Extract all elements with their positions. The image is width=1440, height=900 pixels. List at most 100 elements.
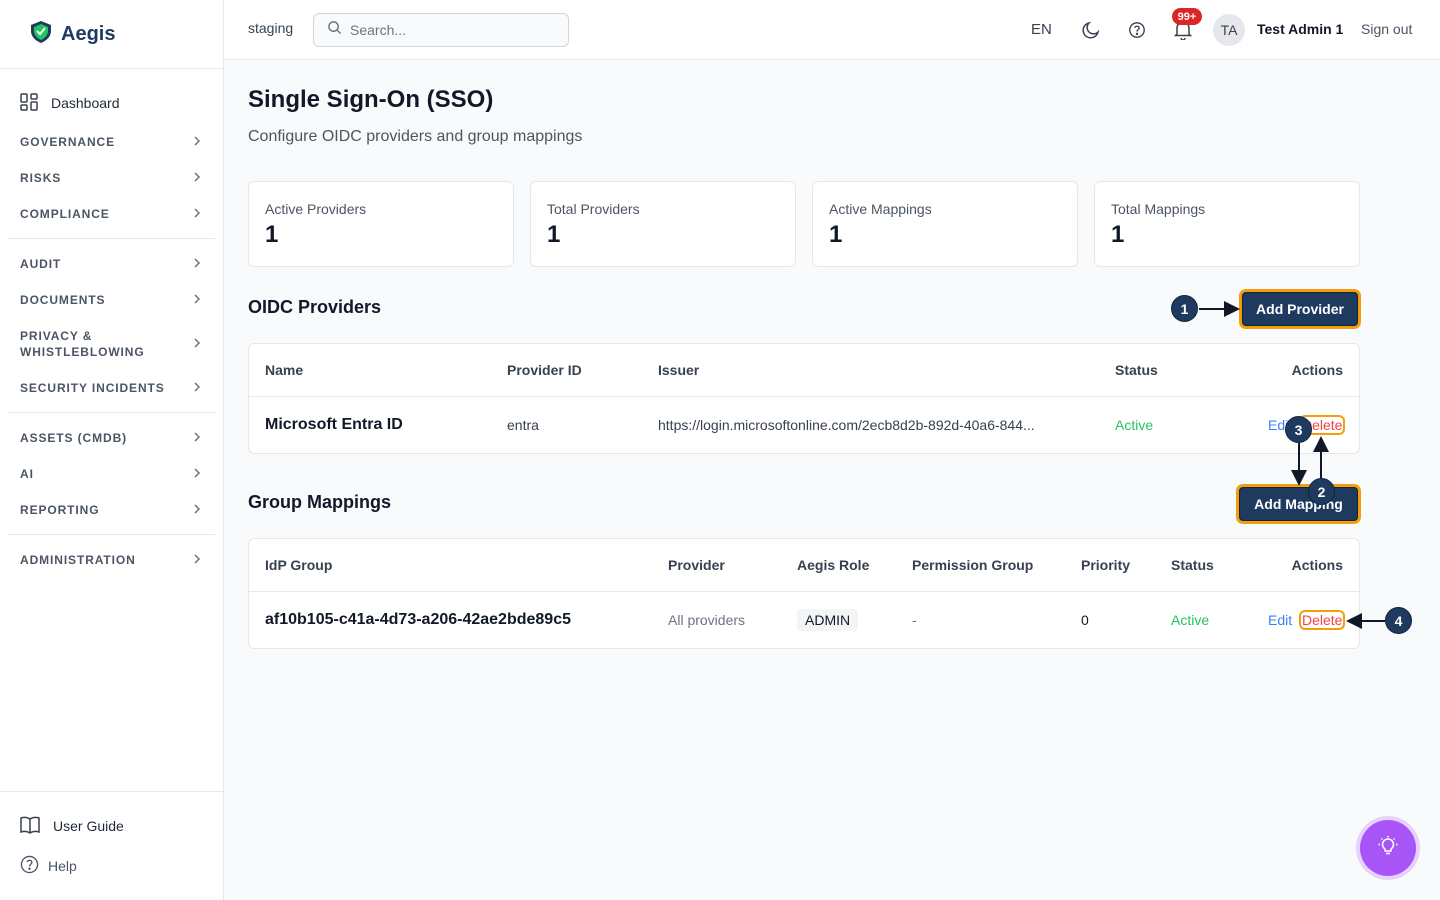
stat-card-total-mappings: Total Mappings 1	[1094, 181, 1360, 267]
column-header: Actions	[1291, 362, 1343, 378]
chevron-right-icon	[193, 293, 201, 308]
search-icon	[327, 20, 342, 40]
dashboard-grid-icon	[20, 92, 38, 114]
table-row: Microsoft Entra ID entra https://login.m…	[249, 397, 1359, 453]
providers-section-title: OIDC Providers	[248, 297, 382, 317]
annotation-marker-2: 2	[1308, 478, 1335, 505]
annotation-marker-1: 1	[1171, 295, 1198, 322]
search-box[interactable]	[313, 13, 569, 47]
book-icon	[20, 816, 40, 837]
lightbulb-icon	[1377, 835, 1399, 862]
mappings-table: IdP Group Provider Aegis Role Permission…	[248, 538, 1360, 649]
chevron-right-icon	[193, 467, 201, 482]
moon-icon[interactable]	[1080, 19, 1102, 41]
sidebar-item-governance[interactable]: GOVERNANCE	[8, 124, 215, 160]
language-switcher[interactable]: EN	[1031, 21, 1052, 38]
column-header: Actions	[1291, 557, 1343, 573]
assistant-fab[interactable]	[1360, 820, 1416, 876]
user-name[interactable]: Test Admin 1	[1257, 21, 1343, 37]
sign-out-link[interactable]: Sign out	[1361, 21, 1412, 37]
mappings-section-title: Group Mappings	[248, 492, 391, 512]
role-tag: ADMIN	[797, 609, 859, 631]
column-header: Name	[265, 362, 304, 378]
help-link[interactable]: Help	[20, 852, 223, 880]
sidebar-item-documents[interactable]: DOCUMENTS	[8, 282, 215, 318]
chevron-right-icon	[193, 553, 201, 568]
user-guide-label: User Guide	[53, 818, 124, 834]
sidebar-item-compliance[interactable]: COMPLIANCE	[8, 196, 215, 232]
priority: 0	[1081, 612, 1089, 628]
divider	[8, 238, 215, 239]
providers-table: Name Provider ID Issuer Status Actions M…	[248, 343, 1360, 454]
column-header: Aegis Role	[797, 557, 870, 573]
help-label: Help	[48, 858, 77, 874]
status-badge: Active	[1171, 612, 1210, 628]
column-header: Provider	[668, 557, 725, 573]
delete-mapping-link[interactable]: Delete	[1301, 612, 1343, 628]
column-header: Provider ID	[507, 362, 582, 378]
chevron-right-icon	[193, 431, 201, 446]
column-header: Permission Group	[912, 557, 1034, 573]
status-badge: Active	[1115, 417, 1154, 433]
column-header: Status	[1171, 557, 1214, 573]
brand-name: Aegis	[61, 22, 116, 45]
role-cell: ADMIN	[797, 592, 859, 648]
stats-row: Active Providers 1 Total Providers 1 Activ…	[248, 181, 1360, 267]
chevron-right-icon	[193, 135, 201, 150]
stat-label: Total Providers	[547, 201, 640, 217]
column-header: Issuer	[658, 362, 700, 378]
divider	[8, 412, 215, 413]
stat-label: Total Mappings	[1111, 201, 1206, 217]
avatar[interactable]: TA	[1213, 14, 1245, 46]
add-mapping-button[interactable]: Add Mapping	[1239, 487, 1358, 521]
column-header: IdP Group	[265, 557, 333, 573]
sidebar-item-label: Dashboard	[51, 95, 120, 111]
chevron-right-icon	[193, 503, 201, 518]
chevron-right-icon	[193, 207, 201, 222]
stat-card-total-providers: Total Providers 1	[530, 181, 796, 267]
provider-name: Microsoft Entra ID	[265, 416, 403, 433]
help-circle-icon[interactable]	[1126, 19, 1148, 41]
sidebar-item-risks[interactable]: RISKS	[8, 160, 215, 196]
page-subtitle: Configure OIDC providers and group mappi…	[248, 128, 583, 145]
table-row: af10b105-c41a-4d73-a206-42ae2bde89c5 All…	[249, 592, 1359, 648]
sidebar-item-assets[interactable]: ASSETS (CMDB)	[8, 420, 215, 456]
sidebar: Aegis Dashboard GOVERNANCE RISKS COMPLIA…	[0, 0, 224, 900]
permission-group: -	[912, 612, 917, 628]
sidebar-item-reporting[interactable]: REPORTING	[8, 492, 215, 528]
aegis-shield-logo-icon	[30, 20, 52, 49]
stat-card-active-mappings: Active Mappings 1	[812, 181, 1078, 267]
sidebar-item-privacy-whistleblowing[interactable]: PRIVACY & WHISTLEBLOWING	[8, 318, 215, 370]
sidebar-item-audit[interactable]: AUDIT	[8, 246, 215, 282]
table-header: Name Provider ID Issuer Status Actions	[249, 344, 1359, 397]
stat-value: 1	[265, 221, 279, 248]
notification-badge: 99+	[1172, 8, 1202, 25]
chevron-right-icon	[193, 381, 201, 396]
chevron-right-icon	[193, 337, 201, 352]
environment-label: staging	[248, 20, 294, 36]
search-input[interactable]	[350, 22, 550, 38]
column-header: Priority	[1081, 557, 1131, 573]
stat-value: 1	[547, 221, 561, 248]
edit-mapping-link[interactable]: Edit	[1268, 592, 1292, 648]
sidebar-item-administration[interactable]: ADMINISTRATION	[8, 542, 215, 578]
help-circle-icon	[20, 855, 39, 877]
top-header: staging EN 99+ TA Test Admin 1 Sign out	[224, 0, 1440, 60]
stat-label: Active Mappings	[829, 201, 932, 217]
user-guide-link[interactable]: User Guide	[20, 812, 223, 840]
sidebar-footer: User Guide Help	[0, 791, 223, 900]
provider-issuer: https://login.microsoftonline.com/2ecb8d…	[658, 417, 1035, 433]
mapping-provider: All providers	[668, 612, 746, 628]
sidebar-item-ai[interactable]: AI	[8, 456, 215, 492]
annotation-marker-3: 3	[1285, 416, 1312, 443]
stat-card-active-providers: Active Providers 1	[248, 181, 514, 267]
sidebar-nav: Dashboard GOVERNANCE RISKS COMPLIANCE AU…	[0, 69, 223, 578]
page-title: Single Sign-On (SSO)	[248, 86, 494, 113]
stat-value: 1	[1111, 221, 1125, 248]
sidebar-item-security-incidents[interactable]: SECURITY INCIDENTS	[8, 370, 215, 406]
stat-label: Active Providers	[265, 201, 367, 217]
annotation-marker-4: 4	[1385, 607, 1412, 634]
brand[interactable]: Aegis	[0, 0, 223, 69]
sidebar-item-dashboard[interactable]: Dashboard	[8, 89, 215, 117]
add-provider-button[interactable]: Add Provider	[1242, 292, 1358, 326]
